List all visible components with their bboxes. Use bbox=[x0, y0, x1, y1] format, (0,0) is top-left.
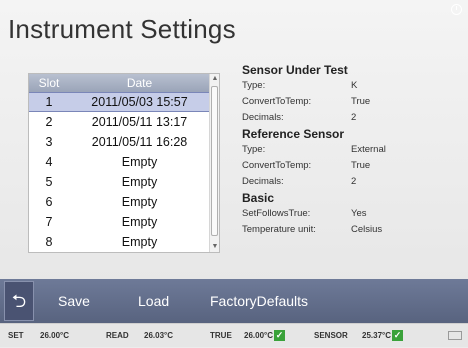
sensor-value: 25.37°C bbox=[362, 331, 391, 340]
sensor-reading: 25.37°C ✓ bbox=[362, 324, 403, 348]
slot-row[interactable]: 1 2011/05/03 15:57 bbox=[29, 92, 210, 112]
page-title: Instrument Settings bbox=[8, 14, 236, 44]
slot-date: 2011/05/03 15:57 bbox=[91, 95, 188, 109]
setting-key: Type: bbox=[242, 144, 266, 155]
setting-key: Type: bbox=[242, 80, 266, 91]
setting-row: ConvertToTemp: True bbox=[242, 94, 462, 110]
setting-value: K bbox=[351, 80, 358, 91]
slot-row[interactable]: 4 Empty bbox=[29, 152, 210, 172]
setting-value: True bbox=[351, 96, 371, 107]
back-arrow-icon: ⮌ bbox=[11, 291, 27, 311]
slot-number: 3 bbox=[45, 135, 53, 149]
slot-number: 1 bbox=[45, 95, 53, 109]
setting-key: Decimals: bbox=[242, 112, 284, 123]
setting-row: ConvertToTemp: True bbox=[242, 158, 462, 174]
fullscreen-icon[interactable] bbox=[448, 331, 462, 340]
setting-value: Yes bbox=[351, 208, 367, 219]
setting-row: Type: K bbox=[242, 78, 462, 94]
setting-row: Type: External bbox=[242, 142, 462, 158]
true-value: 26.00°C bbox=[244, 331, 273, 340]
setting-row: Decimals: 2 bbox=[242, 110, 462, 126]
read-value: 26.03°C bbox=[144, 331, 173, 340]
slot-row[interactable]: 7 Empty bbox=[29, 212, 210, 232]
slot-date: Empty bbox=[121, 215, 158, 229]
slot-date: Empty bbox=[121, 235, 158, 249]
true-label: TRUE bbox=[210, 331, 232, 340]
slot-row[interactable]: 3 2011/05/11 16:28 bbox=[29, 132, 210, 152]
setting-value: True bbox=[351, 160, 371, 171]
settings-summary: Sensor Under Test Type: K ConvertToTemp: T… bbox=[242, 62, 462, 238]
setting-value: 2 bbox=[351, 112, 357, 123]
sensor-label: SENSOR bbox=[314, 331, 348, 340]
slot-number: 5 bbox=[45, 175, 53, 189]
slot-date: Empty bbox=[121, 195, 158, 209]
column-header-slot: Slot bbox=[38, 76, 60, 90]
setting-key: SetFollowsTrue: bbox=[242, 208, 311, 219]
setting-row: SetFollowsTrue: Yes bbox=[242, 206, 462, 222]
factory-defaults-button[interactable]: FactoryDefaults bbox=[210, 279, 308, 323]
section-title-basic: Basic bbox=[242, 191, 275, 205]
clock bbox=[451, 4, 462, 15]
setting-value: Celsius bbox=[351, 224, 383, 235]
setting-key: ConvertToTemp: bbox=[242, 96, 312, 107]
slot-list-header: Slot Date bbox=[29, 74, 210, 92]
slot-row[interactable]: 2 2011/05/11 13:17 bbox=[29, 112, 210, 132]
scroll-thumb[interactable] bbox=[211, 86, 218, 236]
back-button[interactable]: ⮌ bbox=[4, 281, 34, 321]
slot-row[interactable]: 8 Empty bbox=[29, 232, 210, 252]
slot-number: 4 bbox=[45, 155, 53, 169]
slot-number: 7 bbox=[45, 215, 53, 229]
clock-icon bbox=[451, 4, 462, 15]
instrument-settings-screen: Instrument Settings Slot Date 1 2011/05/… bbox=[0, 0, 468, 347]
section-title-sensor-under-test: Sensor Under Test bbox=[242, 63, 348, 77]
slot-row[interactable]: 5 Empty bbox=[29, 172, 210, 192]
section-title-reference-sensor: Reference Sensor bbox=[242, 127, 345, 141]
slot-rows: 1 2011/05/03 15:57 2 2011/05/11 13:17 3 … bbox=[29, 92, 210, 252]
save-button[interactable]: Save bbox=[58, 279, 90, 323]
slot-number: 6 bbox=[45, 195, 53, 209]
bottom-toolbar: ⮌ Save Load FactoryDefaults bbox=[0, 279, 468, 323]
true-reading: 26.00°C ✓ bbox=[244, 324, 285, 348]
slot-date: Empty bbox=[121, 175, 158, 189]
setting-value: External bbox=[351, 144, 386, 155]
status-bar: SET 26.00°C READ 26.03°C TRUE 26.00°C ✓ S… bbox=[0, 323, 468, 347]
slot-row[interactable]: 6 Empty bbox=[29, 192, 210, 212]
set-value: 26.00°C bbox=[40, 331, 69, 340]
scroll-down-icon[interactable]: ▼ bbox=[211, 243, 219, 251]
slot-number: 8 bbox=[45, 235, 53, 249]
slot-list[interactable]: Slot Date 1 2011/05/03 15:57 2 2011/05/1… bbox=[28, 73, 220, 253]
check-icon: ✓ bbox=[392, 330, 403, 342]
setting-row: Temperature unit: Celsius bbox=[242, 222, 462, 238]
setting-row: Decimals: 2 bbox=[242, 174, 462, 190]
load-button[interactable]: Load bbox=[138, 279, 169, 323]
slot-date: Empty bbox=[121, 155, 158, 169]
read-label: READ bbox=[106, 331, 129, 340]
setting-key: Decimals: bbox=[242, 176, 284, 187]
column-header-date: Date bbox=[126, 76, 153, 90]
setting-value: 2 bbox=[351, 176, 357, 187]
list-scrollbar[interactable]: ▲ ▼ bbox=[209, 74, 219, 252]
slot-date: 2011/05/11 16:28 bbox=[91, 135, 188, 149]
slot-number: 2 bbox=[45, 115, 53, 129]
scroll-up-icon[interactable]: ▲ bbox=[211, 75, 219, 83]
setting-key: Temperature unit: bbox=[242, 224, 316, 235]
setting-key: ConvertToTemp: bbox=[242, 160, 312, 171]
slot-date: 2011/05/11 13:17 bbox=[91, 115, 188, 129]
check-icon: ✓ bbox=[274, 330, 285, 342]
set-label: SET bbox=[8, 331, 24, 340]
